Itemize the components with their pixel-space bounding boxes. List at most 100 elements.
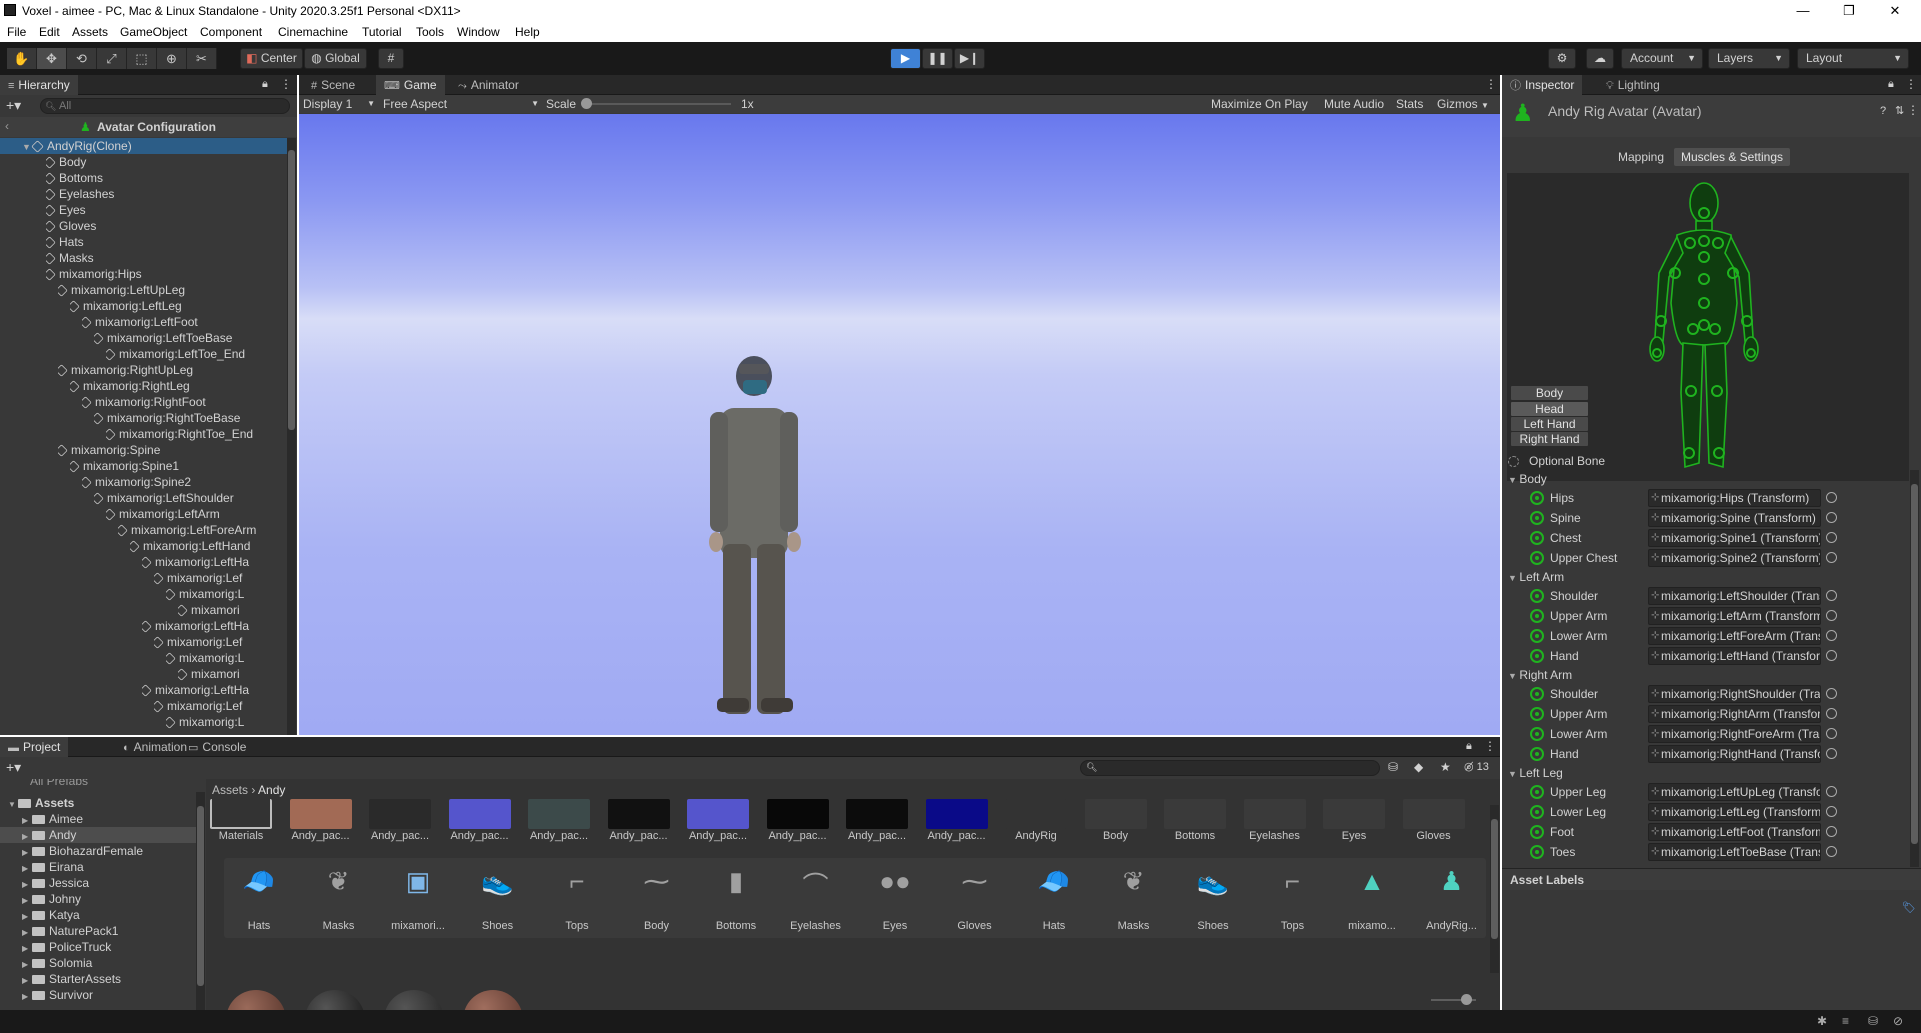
bone-status-icon[interactable] bbox=[1530, 491, 1544, 505]
bone-transform-field[interactable]: mixamorig:RightHand (Transform) bbox=[1648, 745, 1821, 763]
breadcrumb-andy[interactable]: Andy bbox=[258, 783, 285, 797]
hierarchy-item[interactable]: ▼mixamorig:RightToeBase bbox=[94, 410, 284, 426]
bone-status-icon[interactable] bbox=[1530, 707, 1544, 721]
asset-thumbnail[interactable] bbox=[1084, 799, 1147, 829]
maximize-button[interactable]: ❐ bbox=[1826, 0, 1872, 21]
bone-status-icon[interactable] bbox=[1530, 727, 1544, 741]
folder-arrow-icon[interactable]: ▶ bbox=[22, 989, 32, 1003]
play-button[interactable]: ▶ bbox=[890, 48, 921, 69]
menu-edit[interactable]: Edit bbox=[39, 25, 60, 39]
bone-transform-field[interactable]: mixamorig:RightShoulder (Transfon bbox=[1648, 685, 1821, 703]
asset-model-icon[interactable]: 🧢 bbox=[1019, 866, 1089, 897]
asset-label[interactable]: Materials bbox=[206, 830, 276, 842]
asset-model-icon[interactable]: ❦ bbox=[1099, 866, 1169, 897]
menu-cinemachine[interactable]: Cinemachine bbox=[278, 25, 348, 39]
collapse-arrow-icon[interactable]: ▼ bbox=[1508, 475, 1519, 485]
asset-model-icon[interactable]: ▲ bbox=[1337, 866, 1407, 897]
account-dropdown[interactable]: Account ▼ bbox=[1621, 48, 1703, 69]
bone-status-icon[interactable] bbox=[1530, 825, 1544, 839]
hierarchy-item[interactable]: ▼mixamorig:Hips bbox=[46, 266, 284, 282]
asset-thumbnail[interactable] bbox=[448, 799, 511, 829]
aspect-dropdown[interactable]: Free Aspect ▼ bbox=[383, 95, 539, 113]
pause-button[interactable]: ❚❚ bbox=[922, 48, 953, 69]
folder-arrow-icon[interactable]: ▶ bbox=[22, 861, 32, 875]
component-menu-icon[interactable]: ⋮ bbox=[1907, 103, 1919, 117]
folder-item[interactable]: ▶ Survivor bbox=[22, 987, 192, 1003]
bone-transform-field[interactable]: mixamorig:LeftUpLeg (Transform) bbox=[1648, 783, 1821, 801]
hierarchy-item[interactable]: ▼mixamorig:LeftToeBase bbox=[94, 330, 284, 346]
menu-file[interactable]: File bbox=[7, 25, 26, 39]
scale-tool-icon[interactable]: ⤢ bbox=[97, 48, 127, 69]
folder-item[interactable]: ▶ Katya bbox=[22, 907, 192, 923]
hierarchy-item[interactable]: ▼mixamorig:Lef bbox=[154, 570, 284, 586]
presets-icon[interactable]: ⇅ bbox=[1895, 104, 1904, 117]
hierarchy-item[interactable]: ▼mixamorig:Spine1 bbox=[70, 458, 284, 474]
hierarchy-item[interactable]: ▼mixamorig:LeftHand bbox=[130, 538, 284, 554]
tab-console[interactable]: ▭ Console bbox=[180, 737, 254, 757]
asset-model-icon[interactable]: ⌐ bbox=[1258, 866, 1328, 897]
asset-thumbnail[interactable] bbox=[1164, 799, 1226, 829]
asset-model-icon[interactable]: 👟 bbox=[1178, 866, 1248, 897]
back-arrow-icon[interactable]: ‹ bbox=[5, 119, 9, 133]
add-object-button[interactable]: +▾ bbox=[6, 97, 21, 114]
asset-label[interactable]: Andy_pac... bbox=[286, 830, 356, 842]
asset-label[interactable]: Andy_pac... bbox=[922, 830, 992, 842]
asset-label[interactable]: Andy_pac... bbox=[524, 830, 594, 842]
all-prefabs-item[interactable]: All Prefabs bbox=[30, 779, 88, 789]
hierarchy-item[interactable]: mixamorig:LeftToe_End bbox=[106, 346, 284, 362]
bone-status-icon[interactable] bbox=[1530, 805, 1544, 819]
tab-scene[interactable]: # Scene bbox=[303, 75, 363, 95]
inspector-scrollbar[interactable] bbox=[1910, 470, 1919, 867]
bone-status-icon[interactable] bbox=[1530, 511, 1544, 525]
asset-label[interactable]: Andy_pac... bbox=[763, 830, 833, 842]
asset-model-icon[interactable]: ♟ bbox=[1417, 866, 1487, 897]
object-picker-icon[interactable] bbox=[1826, 590, 1837, 601]
asset-label[interactable]: Eyelashes bbox=[1240, 830, 1310, 842]
folder-item[interactable]: ▶ PoliceTruck bbox=[22, 939, 192, 955]
step-button[interactable]: ▶❙ bbox=[954, 48, 985, 69]
bone-transform-field[interactable]: mixamorig:Spine2 (Transform) bbox=[1648, 549, 1821, 567]
collapse-arrow-icon[interactable]: ▼ bbox=[1508, 573, 1519, 583]
left-hand-view-button[interactable]: Left Hand bbox=[1510, 416, 1589, 432]
folder-scrollbar[interactable] bbox=[196, 792, 205, 1012]
rect-tool-icon[interactable]: ⬚ bbox=[127, 48, 157, 69]
collapse-arrow-icon[interactable]: ▼ bbox=[1508, 769, 1519, 779]
collab-icon[interactable]: ⚙ bbox=[1548, 48, 1576, 69]
layers-dropdown[interactable]: Layers ▼ bbox=[1708, 48, 1790, 69]
asset-thumbnail[interactable] bbox=[607, 799, 670, 829]
asset-thumbnail[interactable] bbox=[925, 799, 988, 829]
display-dropdown[interactable]: Display 1 ▼ bbox=[303, 95, 377, 113]
folder-item[interactable]: ▶ BiohazardFemale bbox=[22, 843, 192, 859]
bone-section-header[interactable]: ▼ Body bbox=[1508, 470, 1547, 488]
asset-thumbnail[interactable] bbox=[687, 799, 749, 829]
folder-arrow-icon[interactable]: ▶ bbox=[22, 893, 32, 907]
hidden-packages-icon[interactable]: ◎̸ 13 bbox=[1464, 760, 1489, 773]
project-search-input[interactable]: 🔍︎ bbox=[1080, 760, 1380, 776]
kebab-menu-icon[interactable]: ⋮ bbox=[280, 77, 292, 91]
scale-slider[interactable] bbox=[581, 98, 731, 109]
hierarchy-item[interactable]: Eyelashes bbox=[46, 186, 284, 202]
folder-arrow-icon[interactable]: ▶ bbox=[22, 973, 32, 987]
favorite-star-icon[interactable]: ★ bbox=[1440, 760, 1451, 774]
auto-generate-icon[interactable]: ⊘ bbox=[1893, 1014, 1903, 1028]
hierarchy-item[interactable]: Hats bbox=[46, 234, 284, 250]
close-button[interactable]: ✕ bbox=[1872, 0, 1918, 21]
asset-label[interactable]: Bottoms bbox=[1160, 830, 1230, 842]
tab-animator[interactable]: ⤳ Animator bbox=[450, 75, 527, 95]
hierarchy-search-input[interactable]: 🔍︎ All bbox=[40, 98, 290, 114]
object-picker-icon[interactable] bbox=[1826, 786, 1837, 797]
hierarchy-item[interactable]: Gloves bbox=[46, 218, 284, 234]
folder-arrow-icon[interactable]: ▶ bbox=[22, 829, 32, 843]
asset-label[interactable]: Gloves bbox=[1399, 830, 1469, 842]
asset-thumbnail[interactable] bbox=[1402, 799, 1465, 829]
folder-arrow-icon[interactable]: ▶ bbox=[22, 813, 32, 827]
hierarchy-item[interactable]: ▼mixamorig:L bbox=[166, 650, 284, 666]
hierarchy-item[interactable]: ▼mixamorig:RightUpLeg bbox=[58, 362, 284, 378]
menu-gameobject[interactable]: GameObject bbox=[120, 25, 187, 39]
bone-transform-field[interactable]: mixamorig:LeftFoot (Transform) bbox=[1648, 823, 1821, 841]
object-picker-icon[interactable] bbox=[1826, 708, 1837, 719]
asset-model-icon[interactable]: ⌒ bbox=[781, 866, 851, 903]
inspector-lock-icon[interactable]: 🔒︎ bbox=[1888, 78, 1894, 91]
collapse-arrow-icon[interactable]: ▼ bbox=[1508, 671, 1519, 681]
hierarchy-item[interactable]: Body bbox=[46, 154, 284, 170]
